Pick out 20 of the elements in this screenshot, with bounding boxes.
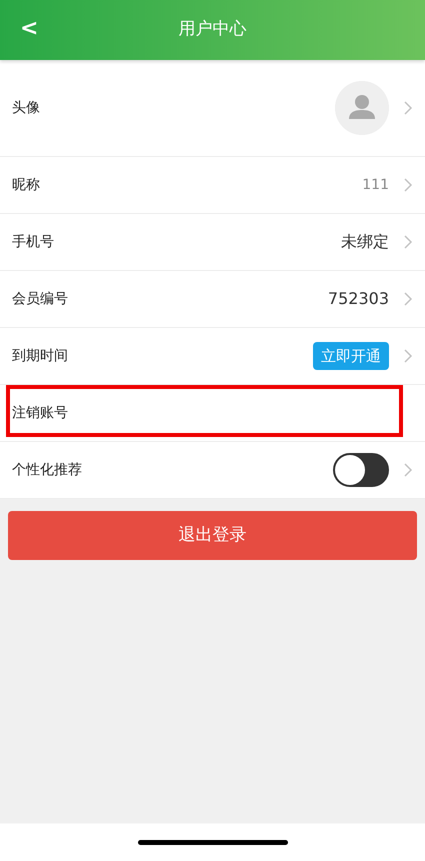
row-label: 会员编号 [12, 290, 69, 308]
row-label: 注销账号 [12, 404, 69, 422]
settings-row[interactable]: 到期时间 立即开通 [0, 328, 425, 385]
settings-row[interactable]: 手机号 未绑定 [0, 214, 425, 271]
row-label: 到期时间 [12, 346, 69, 366]
row-value: 752303 [328, 288, 389, 310]
settings-row[interactable]: 头像 [0, 60, 425, 157]
logout-button[interactable]: 退出登录 [8, 511, 417, 560]
settings-row[interactable]: 注销账号 [0, 385, 425, 442]
row-value: 111 [362, 176, 389, 194]
settings-row[interactable]: 个性化推荐 [0, 442, 425, 499]
row-label: 手机号 [12, 232, 55, 252]
row-value: 未绑定 [341, 231, 389, 253]
toggle-switch[interactable] [333, 453, 389, 487]
settings-row[interactable]: 昵称 111 [0, 157, 425, 214]
row-label: 个性化推荐 [12, 460, 83, 480]
row-label: 昵称 [12, 176, 41, 194]
page-title: 用户中心 [178, 18, 246, 42]
settings-row[interactable]: 会员编号 752303 [0, 271, 425, 328]
row-label: 头像 [12, 98, 41, 118]
